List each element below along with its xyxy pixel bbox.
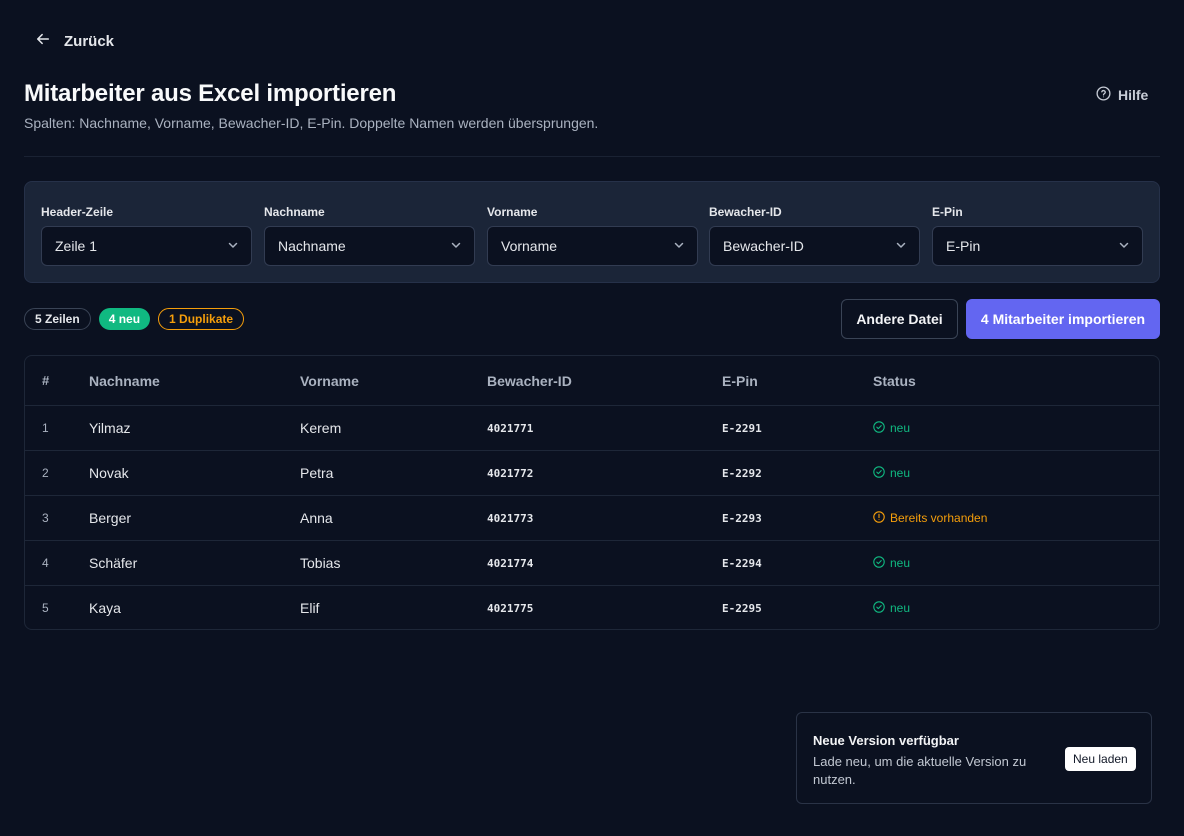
mapping-field-guard-id: Bewacher-ID Bewacher-ID: [709, 205, 920, 266]
row-index: 4: [42, 556, 49, 570]
row-status: neu: [873, 586, 911, 629]
column-header-first-name: Vorname: [300, 372, 359, 389]
row-e-pin: E-2292: [722, 466, 762, 480]
chevron-down-icon: [673, 238, 685, 254]
status-text: neu: [890, 556, 911, 570]
mapping-field-header-row: Header-Zeile Zeile 1: [41, 205, 252, 266]
row-guard-id: 4021775: [487, 601, 534, 615]
row-first-name: Anna: [300, 510, 333, 526]
row-index: 5: [42, 601, 49, 615]
summary-badges: 5 Zeilen 4 neu 1 Duplikate: [24, 308, 245, 330]
other-file-button[interactable]: Andere Datei: [841, 299, 958, 339]
import-preview-table: # Nachname Vorname Bewacher-ID E-Pin Sta…: [24, 355, 1160, 630]
check-circle-icon: [873, 600, 885, 616]
new-count-badge: 4 neu: [98, 308, 151, 330]
page-title: Mitarbeiter aus Excel importieren: [24, 80, 397, 107]
toast-title: Neue Version verfügbar: [813, 733, 959, 748]
status-text: Bereits vorhanden: [890, 511, 988, 525]
update-toast: Neue Version verfügbar Lade neu, um die …: [796, 712, 1152, 804]
column-header-guard-id: Bewacher-ID: [487, 372, 572, 389]
chevron-down-icon: [895, 238, 907, 254]
chevron-down-icon: [450, 238, 462, 254]
row-last-name: Yilmaz: [89, 420, 131, 436]
back-label: Zurück: [64, 32, 115, 50]
chevron-down-icon: [227, 238, 239, 254]
row-index: 3: [42, 511, 49, 525]
mapping-field-last-name: Nachname Nachname: [264, 205, 475, 266]
column-header-e-pin: E-Pin: [722, 372, 758, 389]
row-first-name: Petra: [300, 465, 334, 481]
row-status: neu: [873, 541, 910, 585]
row-last-name: Kaya: [89, 600, 121, 616]
row-first-name: Tobias: [300, 555, 341, 571]
row-last-name: Novak: [89, 465, 129, 481]
row-last-name: Schäfer: [89, 555, 138, 571]
table-header-row: # Nachname Vorname Bewacher-ID E-Pin Sta…: [25, 356, 1159, 405]
rows-count-badge: 5 Zeilen: [24, 308, 91, 330]
field-label: Nachname: [264, 205, 325, 219]
row-guard-id: 4021772: [487, 466, 534, 480]
page-subtitle: Spalten: Nachname, Vorname, Bewacher-ID,…: [24, 115, 599, 131]
row-first-name: Elif: [300, 600, 320, 616]
row-e-pin: E-2294: [722, 556, 762, 570]
table-row: 4 Schäfer Tobias 4021774 E-2294 neu: [25, 540, 1159, 585]
guard-id-select[interactable]: Bewacher-ID: [709, 226, 920, 266]
status-text: neu: [890, 421, 911, 435]
last-name-select[interactable]: Nachname: [264, 226, 475, 266]
row-e-pin: E-2293: [722, 511, 762, 525]
row-status: Bereits vorhanden: [873, 496, 987, 540]
select-value: Zeile 1: [55, 238, 98, 254]
help-circle-icon: [1096, 86, 1111, 104]
row-guard-id: 4021773: [487, 511, 534, 525]
chevron-down-icon: [1118, 238, 1130, 254]
status-text: neu: [890, 466, 911, 480]
column-header-index: #: [42, 373, 50, 388]
select-value: Bewacher-ID: [723, 238, 804, 254]
check-circle-icon: [873, 420, 885, 436]
field-label: E-Pin: [932, 205, 963, 219]
row-guard-id: 4021774: [487, 556, 534, 570]
help-button[interactable]: Hilfe: [1096, 86, 1148, 104]
check-circle-icon: [873, 555, 885, 571]
field-label: Vorname: [487, 205, 538, 219]
select-value: E-Pin: [946, 238, 981, 254]
table-row: 5 Kaya Elif 4021775 E-2295 neu: [25, 585, 1159, 629]
duplicates-count-badge: 1 Duplikate: [158, 308, 245, 330]
row-status: neu: [873, 451, 910, 495]
row-index: 1: [42, 421, 49, 435]
help-label: Hilfe: [1118, 87, 1149, 103]
select-value: Vorname: [501, 238, 558, 254]
mapping-field-e-pin: E-Pin E-Pin: [932, 205, 1143, 266]
arrow-left-icon: [36, 32, 50, 50]
status-text: neu: [890, 601, 911, 615]
header-row-select[interactable]: Zeile 1: [41, 226, 252, 266]
row-status: neu: [873, 406, 910, 450]
column-mapping-panel: Header-Zeile Zeile 1 Nachname Nachname V…: [24, 181, 1160, 283]
row-index: 2: [42, 466, 49, 480]
header-divider: [24, 156, 1160, 157]
select-value: Nachname: [278, 238, 346, 254]
reload-button[interactable]: Neu laden: [1065, 747, 1136, 771]
column-header-status: Status: [873, 372, 916, 389]
row-e-pin: E-2291: [722, 421, 762, 435]
back-link[interactable]: Zurück: [36, 32, 114, 50]
table-row: 1 Yilmaz Kerem 4021771 E-2291 neu: [25, 405, 1159, 450]
row-last-name: Berger: [89, 510, 132, 526]
mapping-field-first-name: Vorname Vorname: [487, 205, 698, 266]
first-name-select[interactable]: Vorname: [487, 226, 698, 266]
table-row: 3 Berger Anna 4021773 E-2293 Bereits vor…: [25, 495, 1159, 540]
row-first-name: Kerem: [300, 420, 342, 436]
column-header-last-name: Nachname: [89, 372, 160, 389]
row-e-pin: E-2295: [722, 601, 762, 615]
import-employees-button[interactable]: 4 Mitarbeiter importieren: [966, 299, 1160, 339]
row-guard-id: 4021771: [487, 421, 534, 435]
alert-circle-icon: [873, 510, 885, 526]
field-label: Header-Zeile: [41, 205, 114, 219]
toast-message: Lade neu, um die aktuelle Version zu nut…: [813, 754, 1027, 787]
e-pin-select[interactable]: E-Pin: [932, 226, 1143, 266]
table-row: 2 Novak Petra 4021772 E-2292 neu: [25, 450, 1159, 495]
check-circle-icon: [873, 465, 885, 481]
field-label: Bewacher-ID: [709, 205, 782, 219]
